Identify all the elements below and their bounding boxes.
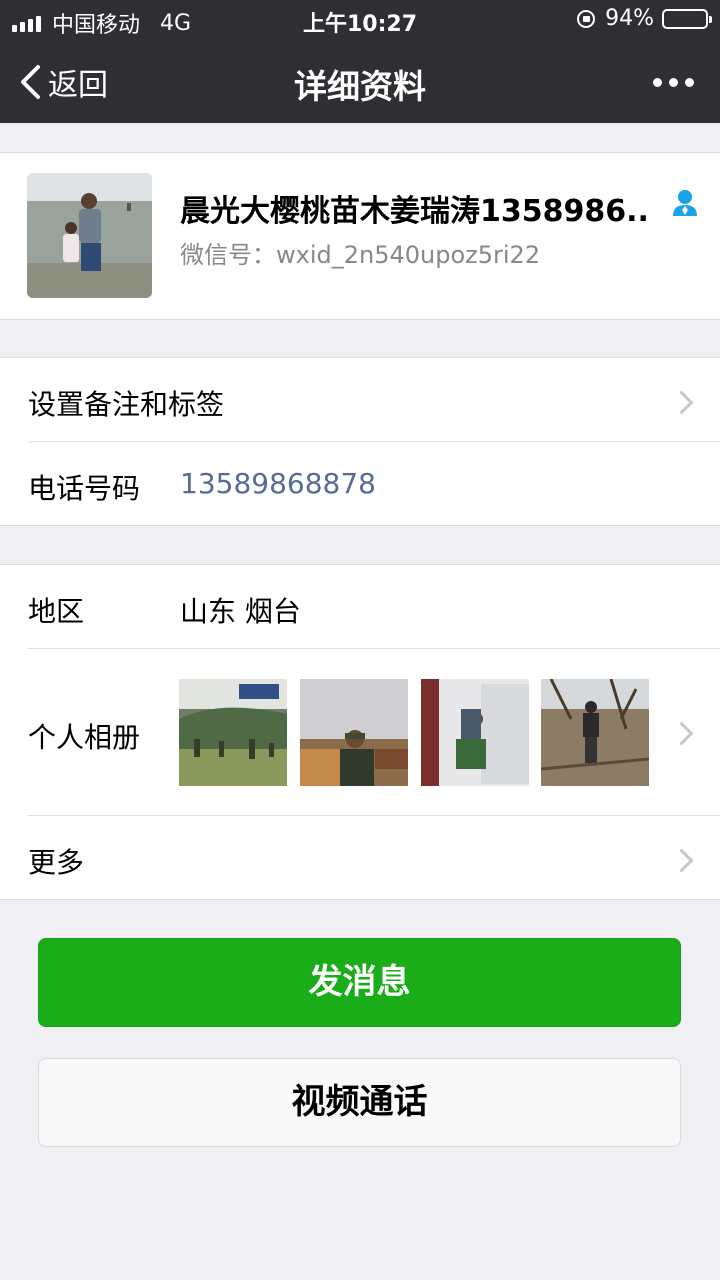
man-with-plants-photo — [300, 679, 408, 786]
more-dots-icon[interactable] — [646, 78, 694, 87]
album-photo-3[interactable] — [421, 679, 529, 786]
status-right: 94% — [577, 6, 712, 31]
region-row: 地区 山东 烟台 — [0, 565, 720, 649]
man-holding-seedlings-photo — [421, 679, 529, 786]
battery-icon — [662, 8, 712, 29]
album-photo-2[interactable] — [300, 679, 408, 786]
region-label: 地区 — [28, 595, 85, 628]
contact-info-group: 设置备注和标签 电话号码 13589868878 — [0, 357, 720, 526]
nav-bar: 返回 详细资料 — [0, 40, 720, 123]
send-message-button[interactable]: 发消息 — [38, 938, 681, 1027]
person-icon — [673, 190, 697, 216]
phone-row: 电话号码 13589868878 — [0, 442, 720, 526]
profile-card[interactable]: 晨光大樱桃苗木姜瑞涛1358986... 微信号：wxid_2n540upoz5… — [0, 152, 720, 320]
album-row[interactable]: 个人相册 — [0, 649, 720, 815]
battery-percent: 94% — [605, 6, 654, 31]
phone-number-link[interactable]: 13589868878 — [180, 467, 376, 500]
chevron-right-icon — [669, 390, 694, 415]
avatar-photo — [27, 173, 152, 298]
album-photo-1[interactable] — [179, 679, 287, 786]
avatar[interactable] — [27, 173, 152, 298]
orchard-hillside-photo — [179, 679, 287, 786]
chevron-right-icon — [669, 721, 694, 746]
profile-name: 晨光大樱桃苗木姜瑞涛1358986... — [180, 194, 650, 229]
more-row[interactable]: 更多 — [0, 816, 720, 900]
phone-label: 电话号码 — [28, 472, 141, 505]
wechat-id: 微信号：wxid_2n540upoz5ri22 — [180, 241, 541, 269]
status-bar: 中国移动 4G 上午10:27 94% — [0, 0, 720, 40]
chevron-right-icon — [669, 848, 694, 873]
remark-row[interactable]: 设置备注和标签 — [0, 358, 720, 442]
rotation-lock-icon — [577, 9, 596, 28]
album-label: 个人相册 — [28, 721, 141, 754]
details-group: 地区 山东 烟台 个人相册 更多 — [0, 564, 720, 900]
remark-label: 设置备注和标签 — [28, 388, 225, 421]
page-title: 详细资料 — [294, 67, 426, 106]
region-value: 山东 烟台 — [180, 595, 301, 628]
more-label: 更多 — [28, 846, 85, 879]
video-call-button[interactable]: 视频通话 — [38, 1058, 681, 1147]
man-in-orchard-photo — [541, 679, 649, 786]
album-photo-4[interactable] — [541, 679, 649, 786]
